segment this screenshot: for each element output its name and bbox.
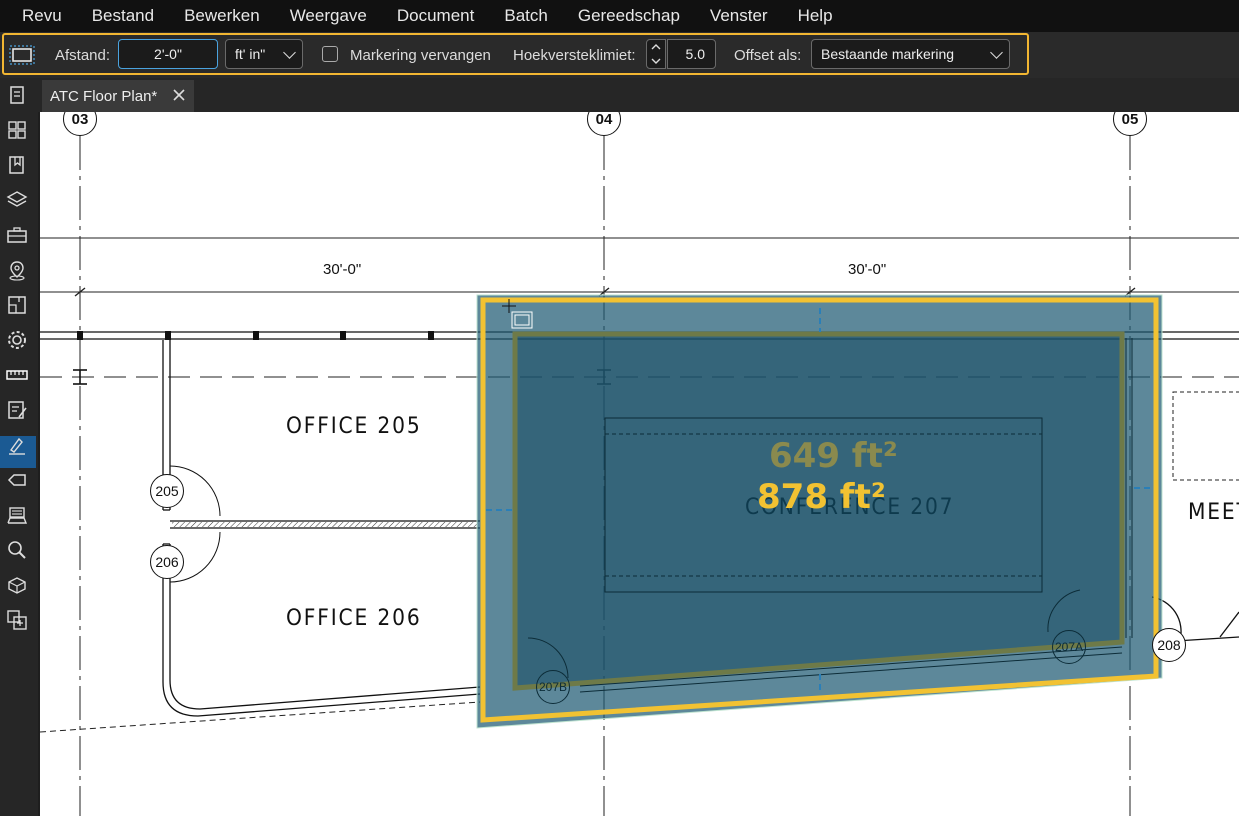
spaces-icon[interactable] xyxy=(6,294,28,316)
document-tab[interactable]: ATC Floor Plan* xyxy=(42,80,194,112)
distance-input[interactable]: 2'-0" xyxy=(118,39,218,69)
replace-markup-label: Markering vervangen xyxy=(350,46,491,64)
layers-icon[interactable] xyxy=(6,189,28,211)
left-panel-strip xyxy=(0,78,38,816)
chevron-down-icon xyxy=(990,46,1003,59)
close-icon[interactable] xyxy=(172,88,186,102)
angle-limit-stepper[interactable] xyxy=(646,39,666,69)
offset-as-label: Offset als: xyxy=(734,46,802,64)
offset-as-select-value: Bestaande markering xyxy=(821,46,955,62)
floor-plan-drawing xyxy=(40,136,1239,816)
document-tab-bar: ATC Floor Plan* xyxy=(38,78,1239,112)
compare-icon[interactable] xyxy=(6,609,28,631)
door-tag-206: 206 xyxy=(150,545,184,579)
properties-icon[interactable] xyxy=(6,329,28,351)
offset-toolbar: Afstand: 2'-0" ft' in" Markering vervang… xyxy=(0,32,1239,78)
room-label-office-206: OFFICE 206 xyxy=(286,606,422,631)
angle-limit-label: Hoekversteklimiet: xyxy=(513,46,636,64)
offset-tool-icon[interactable] xyxy=(8,32,36,78)
drawing-canvas[interactable]: 03 04 05 30'-0" 30'-0" OFFICE 205 OFFICE… xyxy=(40,112,1239,816)
dimension-label: 30'-0" xyxy=(323,261,362,278)
3d-icon[interactable] xyxy=(6,574,28,596)
door-tag-208: 208 xyxy=(1152,628,1186,662)
pages-icon[interactable] xyxy=(6,84,28,106)
door-tag-205: 205 xyxy=(150,474,184,508)
chevron-down-icon xyxy=(283,46,296,59)
menu-bar: Revu Bestand Bewerken Weergave Document … xyxy=(0,0,1239,32)
stamps-icon[interactable] xyxy=(6,504,28,526)
document-tab-title: ATC Floor Plan* xyxy=(50,87,158,105)
menu-revu[interactable]: Revu xyxy=(0,0,77,32)
tags-icon[interactable] xyxy=(6,469,28,491)
room-label-meet: MEET xyxy=(1188,500,1239,525)
outer-area-value: 878 ft² xyxy=(757,477,886,517)
offset-as-select[interactable]: Bestaande markering xyxy=(811,39,1010,69)
room-label-office-205: OFFICE 205 xyxy=(286,414,422,439)
dimension-label: 30'-0" xyxy=(848,261,887,278)
menu-batch[interactable]: Batch xyxy=(489,0,562,32)
unit-select-value: ft' in" xyxy=(235,46,266,62)
stepper-down-icon[interactable] xyxy=(650,57,662,65)
replace-markup-checkbox[interactable] xyxy=(322,46,338,62)
menu-venster[interactable]: Venster xyxy=(695,0,783,32)
menu-help[interactable]: Help xyxy=(783,0,848,32)
inner-area-value: 649 ft² xyxy=(769,436,898,476)
door-tag-207b: 207B xyxy=(536,670,570,704)
unit-select[interactable]: ft' in" xyxy=(225,39,303,69)
menu-weergave[interactable]: Weergave xyxy=(275,0,382,32)
markups-list-icon[interactable] xyxy=(6,399,28,421)
toolchest-icon[interactable] xyxy=(6,224,28,246)
thumbnails-icon[interactable] xyxy=(6,119,28,141)
angle-limit-input[interactable]: 5.0 xyxy=(667,39,716,69)
menu-document[interactable]: Document xyxy=(382,0,489,32)
door-tag-207a: 207A xyxy=(1052,630,1086,664)
bookmarks-icon[interactable] xyxy=(6,154,28,176)
measurements-icon[interactable] xyxy=(6,364,28,386)
menu-bewerken[interactable]: Bewerken xyxy=(169,0,275,32)
stepper-up-icon[interactable] xyxy=(650,43,662,51)
distance-label: Afstand: xyxy=(55,46,111,64)
menu-gereedschap[interactable]: Gereedschap xyxy=(563,0,695,32)
search-icon[interactable] xyxy=(6,539,28,561)
signatures-icon[interactable] xyxy=(6,434,28,456)
menu-bestand[interactable]: Bestand xyxy=(77,0,169,32)
places-icon[interactable] xyxy=(6,259,28,281)
